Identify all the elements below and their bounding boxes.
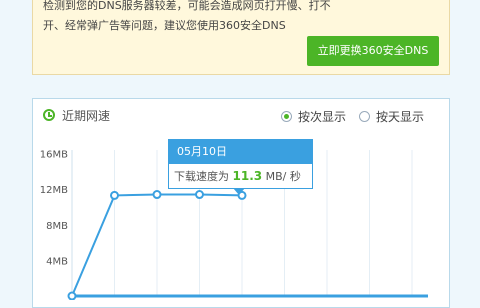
tooltip-date: 05月10日	[169, 140, 312, 164]
y-tick-label: 8MB	[46, 221, 68, 232]
tooltip-label: 下载速度为	[174, 170, 229, 183]
y-tick-label: 12MB	[40, 185, 68, 196]
tooltip-pointer	[233, 188, 245, 195]
tooltip-value: 11.3	[232, 169, 263, 183]
speed-data-point	[152, 190, 162, 200]
y-tick-label: 4MB	[46, 256, 68, 267]
speed-data-point	[67, 291, 77, 300]
speed-data-point	[110, 190, 119, 200]
y-tick-label: 16MB	[40, 150, 68, 161]
tooltip-body: 下载速度为 11.3 MB/ 秒	[169, 164, 312, 189]
speed-tooltip: 05月10日 下载速度为 11.3 MB/ 秒	[168, 139, 313, 195]
tooltip-unit: MB/ 秒	[265, 170, 301, 183]
speed-data-point	[195, 190, 204, 200]
y-axis-ticks: 16MB 12MB 8MB 4MB	[40, 150, 68, 268]
